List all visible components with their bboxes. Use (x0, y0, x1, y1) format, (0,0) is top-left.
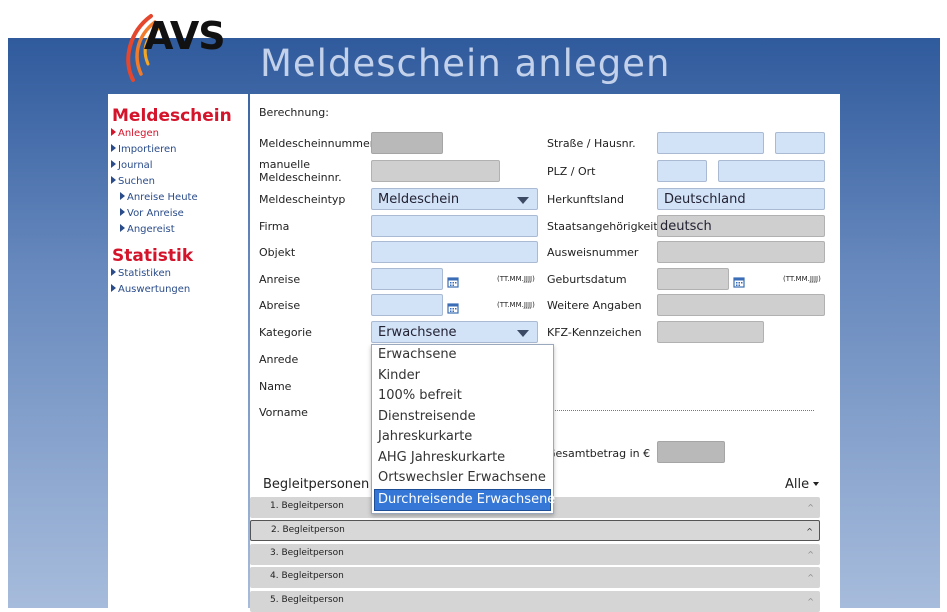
hausnr-input[interactable] (775, 132, 825, 154)
kfz-label: KFZ-Kennzeichen (547, 326, 642, 339)
strasse-input[interactable] (657, 132, 764, 154)
logo-text: AVS (144, 14, 226, 58)
triangle-right-icon (111, 144, 116, 152)
chevron-up-icon: ^ (806, 527, 813, 536)
sidebar-item-statistiken[interactable]: Statistiken (108, 266, 248, 282)
sidebar-item-anlegen[interactable]: Anlegen (108, 126, 248, 142)
anreise-format-hint: (TT.MM.JJJJ) (497, 275, 535, 283)
name-label: Name (259, 380, 292, 393)
alle-toggle[interactable]: Alle (785, 477, 820, 492)
ausweisnummer-field (657, 241, 825, 263)
plz-ort-label: PLZ / Ort (547, 165, 596, 178)
plz-input[interactable] (657, 160, 707, 182)
kategorie-label: Kategorie (259, 326, 312, 339)
triangle-right-icon (111, 160, 116, 168)
sidebar-section-meldeschein: Meldeschein (112, 106, 232, 126)
sidebar-item-auswertungen[interactable]: Auswertungen (108, 282, 248, 298)
kategorie-option[interactable]: Ortswechsler Erwachsene (372, 468, 553, 489)
meldescheintyp-label: Meldescheintyp (259, 193, 346, 206)
staatsangehoerigkeit-field: deutsch (657, 215, 825, 237)
geburtsdatum-label: Geburtsdatum (547, 273, 627, 286)
kategorie-option[interactable]: 100% befreit (372, 386, 553, 407)
begleitperson-row-2[interactable]: 2. Begleitperson ^ (250, 520, 820, 541)
kategorie-option[interactable]: Erwachsene (372, 345, 553, 366)
triangle-right-icon (111, 284, 116, 292)
meldescheinnummer-label: Meldescheinnummer (259, 137, 375, 150)
triangle-right-icon (111, 268, 116, 276)
berechnung-label: Berechnung: (259, 106, 329, 119)
abreise-input[interactable] (371, 294, 443, 316)
triangle-right-icon (111, 176, 116, 184)
anreise-input[interactable] (371, 268, 443, 290)
manuelle-meldescheinnr-label: manuelle Meldescheinnr. (259, 158, 342, 184)
sidebar-item-angereist[interactable]: Angereist (108, 222, 248, 238)
firma-input[interactable] (371, 215, 538, 237)
sidebar-item-anreise-heute[interactable]: Anreise Heute (108, 190, 248, 206)
kategorie-option[interactable]: Dienstreisende (372, 407, 553, 428)
staatsangehoerigkeit-label: Staatsangehörigkeit (547, 220, 658, 233)
triangle-right-icon (111, 128, 116, 136)
abreise-label: Abreise (259, 299, 301, 312)
sidebar-item-journal[interactable]: Journal (108, 158, 248, 174)
abreise-format-hint: (TT.MM.JJJJ) (497, 301, 535, 309)
firma-label: Firma (259, 220, 290, 233)
triangle-right-icon (120, 224, 125, 232)
objekt-input[interactable] (371, 241, 538, 263)
chevron-up-icon: ^ (807, 573, 814, 582)
sidebar-item-importieren[interactable]: Importieren (108, 142, 248, 158)
begleitpersonen-title: Begleitpersonen (263, 477, 370, 492)
manuelle-meldescheinnr-field (371, 160, 500, 182)
chevron-down-icon (517, 197, 529, 204)
triangle-right-icon (120, 208, 125, 216)
triangle-right-icon (120, 192, 125, 200)
ausweisnummer-label: Ausweisnummer (547, 246, 639, 259)
kategorie-option[interactable]: AHG Jahreskurkarte (372, 448, 553, 469)
calendar-icon[interactable] (733, 273, 745, 288)
begleitperson-row-5[interactable]: 5. Begleitperson ^ (250, 591, 820, 612)
anrede-label: Anrede (259, 353, 299, 366)
geburtsdatum-field (657, 268, 729, 290)
strasse-label: Straße / Hausnr. (547, 137, 636, 150)
meldescheinnummer-field (371, 132, 443, 154)
herkunftsland-label: Herkunftsland (547, 193, 625, 206)
kategorie-option[interactable]: Kinder (372, 366, 553, 387)
sidebar-item-vor-anreise[interactable]: Vor Anreise (108, 206, 248, 222)
objekt-label: Objekt (259, 246, 296, 259)
kategorie-option-highlighted[interactable]: Durchreisende Erwachsene (374, 488, 555, 511)
gesamtbetrag-label: Gesamtbetrag in € (547, 447, 651, 460)
calendar-icon[interactable] (447, 299, 459, 314)
kfz-field (657, 321, 764, 343)
ort-input[interactable] (718, 160, 825, 182)
chevron-up-icon: ^ (807, 503, 814, 512)
herkunftsland-input[interactable]: Deutschland (657, 188, 825, 210)
caret-down-icon (813, 482, 820, 486)
geburtsdatum-format-hint: (TT.MM.JJJJ) (783, 275, 821, 283)
begleitperson-row-4[interactable]: 4. Begleitperson ^ (250, 567, 820, 588)
weitere-angaben-label: Weitere Angaben (547, 299, 642, 312)
begleitperson-row-3[interactable]: 3. Begleitperson ^ (250, 544, 820, 565)
kategorie-dropdown-list: Erwachsene Kinder 100% befreit Dienstrei… (371, 344, 555, 514)
kategorie-select[interactable]: Erwachsene (371, 321, 538, 343)
sidebar: Meldeschein Anlegen Importieren Journal … (108, 94, 248, 608)
sidebar-item-suchen[interactable]: Suchen (108, 174, 248, 190)
chevron-up-icon: ^ (807, 597, 814, 606)
chevron-down-icon (517, 330, 529, 337)
page-title: Meldeschein anlegen (260, 42, 671, 85)
vorname-label: Vorname (259, 406, 308, 419)
separator-line (552, 410, 814, 411)
gesamtbetrag-field (657, 441, 725, 463)
chevron-up-icon: ^ (807, 550, 814, 559)
weitere-angaben-field (657, 294, 825, 316)
anreise-label: Anreise (259, 273, 301, 286)
meldescheintyp-select[interactable]: Meldeschein (371, 188, 538, 210)
sidebar-section-statistik: Statistik (112, 246, 194, 266)
calendar-icon[interactable] (447, 273, 459, 288)
kategorie-option[interactable]: Jahreskurkarte (372, 427, 553, 448)
